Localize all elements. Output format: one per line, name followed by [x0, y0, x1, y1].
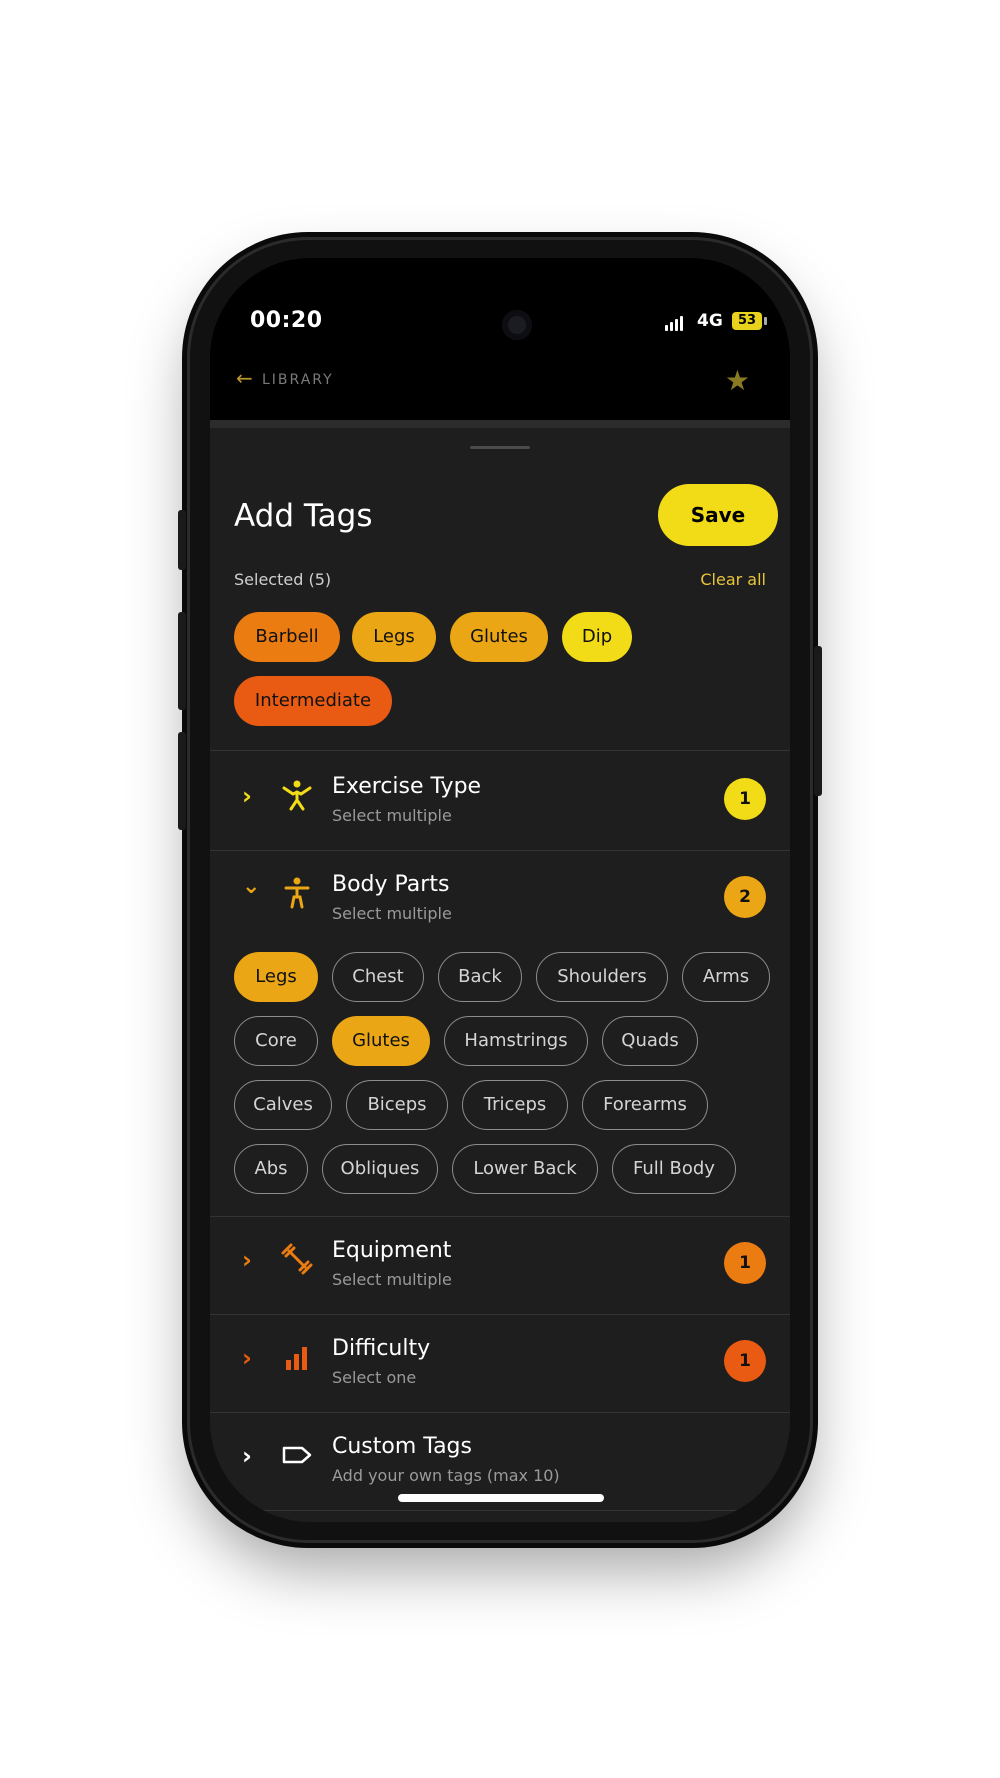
signal-icon: [665, 316, 683, 331]
section-difficulty[interactable]: › Difficulty Select one 1: [210, 1316, 790, 1412]
section-body-parts[interactable]: ⌄ Body Parts Select multiple 2: [210, 852, 790, 948]
section-count-badge: 2: [724, 876, 766, 918]
chevron-right-icon: ›: [242, 1344, 252, 1372]
section-title: Equipment: [332, 1238, 452, 1263]
selected-tag-chip[interactable]: Dip: [562, 612, 632, 662]
divider: [210, 1412, 790, 1413]
chevron-right-icon: ›: [242, 1246, 252, 1274]
body-part-chip[interactable]: Shoulders: [536, 952, 668, 1002]
section-count-badge: 1: [724, 778, 766, 820]
body-part-chip[interactable]: Hamstrings: [444, 1016, 588, 1066]
section-title: Exercise Type: [332, 774, 482, 799]
body-part-chip[interactable]: Forearms: [582, 1080, 708, 1130]
home-indicator[interactable]: [398, 1494, 604, 1502]
body-part-chip[interactable]: Glutes: [332, 1016, 430, 1066]
battery-nub: [764, 317, 767, 325]
body-part-chip[interactable]: Triceps: [462, 1080, 568, 1130]
body-part-chip[interactable]: Core: [234, 1016, 318, 1066]
section-count-badge: 1: [724, 1340, 766, 1382]
network-type: 4G: [697, 311, 723, 331]
back-link[interactable]: LIBRARY: [262, 372, 334, 388]
person-icon: [284, 877, 310, 909]
gymnast-icon: [282, 780, 312, 811]
section-subtitle: Select multiple: [332, 904, 452, 923]
divider: [210, 850, 790, 851]
divider: [210, 1510, 790, 1511]
body-part-chip[interactable]: Calves: [234, 1080, 332, 1130]
add-tags-sheet: Add Tags Save Selected (5) Clear all Bar…: [210, 420, 790, 1522]
section-subtitle: Add your own tags (max 10): [332, 1466, 560, 1485]
divider: [210, 1314, 790, 1315]
star-icon[interactable]: ★: [725, 364, 750, 397]
drag-handle[interactable]: [470, 446, 530, 449]
selected-tag-chip[interactable]: Intermediate: [234, 676, 392, 726]
section-title: Custom Tags: [332, 1434, 472, 1459]
section-subtitle: Select multiple: [332, 1270, 452, 1289]
body-part-chip[interactable]: Quads: [602, 1016, 698, 1066]
top-nav: ← LIBRARY ★: [210, 348, 790, 420]
body-part-chip[interactable]: Obliques: [322, 1144, 438, 1194]
tag-icon: [282, 1446, 312, 1464]
divider: [210, 750, 790, 751]
clear-all-button[interactable]: Clear all: [700, 570, 766, 589]
dumbbell-icon: [281, 1243, 313, 1275]
side-button: [178, 510, 186, 570]
volume-down-button: [178, 732, 186, 830]
arrow-left-icon[interactable]: ←: [236, 366, 253, 390]
divider: [210, 1216, 790, 1217]
section-title: Difficulty: [332, 1336, 431, 1361]
selected-count-label: Selected (5): [234, 570, 332, 589]
power-button: [814, 646, 822, 796]
body-part-chip[interactable]: Full Body: [612, 1144, 736, 1194]
body-part-chip[interactable]: Biceps: [346, 1080, 448, 1130]
body-part-chip[interactable]: Abs: [234, 1144, 308, 1194]
chevron-down-icon: ⌄: [242, 874, 261, 899]
status-time: 00:20: [250, 308, 323, 333]
status-bar: 00:20 4G 53: [210, 258, 790, 348]
chevron-right-icon: ›: [242, 1442, 252, 1470]
section-equipment[interactable]: › Equipment Select multiple 1: [210, 1218, 790, 1314]
sheet-top-strip: [210, 420, 790, 428]
body-part-chip[interactable]: Legs: [234, 952, 318, 1002]
selected-tag-chip[interactable]: Barbell: [234, 612, 340, 662]
volume-up-button: [178, 612, 186, 710]
section-subtitle: Select one: [332, 1368, 417, 1387]
section-subtitle: Select multiple: [332, 806, 452, 825]
section-exercise-type[interactable]: › Exercise Type Select multiple 1: [210, 754, 790, 850]
section-title: Body Parts: [332, 872, 450, 897]
sheet-title: Add Tags: [234, 498, 373, 534]
selected-tag-chip[interactable]: Legs: [352, 612, 436, 662]
selected-tag-chip[interactable]: Glutes: [450, 612, 548, 662]
body-part-chip[interactable]: Chest: [332, 952, 424, 1002]
phone-frame: 00:20 4G 53 ← LIBRARY ★ Add Tags Save Se…: [178, 240, 822, 1540]
chevron-right-icon: ›: [242, 782, 252, 810]
front-camera: [502, 310, 532, 340]
save-button[interactable]: Save: [658, 484, 778, 546]
bars-icon: [286, 1347, 307, 1370]
section-count-badge: 1: [724, 1242, 766, 1284]
battery-icon: 53: [732, 312, 762, 330]
body-part-chip[interactable]: Arms: [682, 952, 770, 1002]
body-part-chip[interactable]: Back: [438, 952, 522, 1002]
screen: 00:20 4G 53 ← LIBRARY ★ Add Tags Save Se…: [210, 258, 790, 1522]
body-part-chip[interactable]: Lower Back: [452, 1144, 598, 1194]
